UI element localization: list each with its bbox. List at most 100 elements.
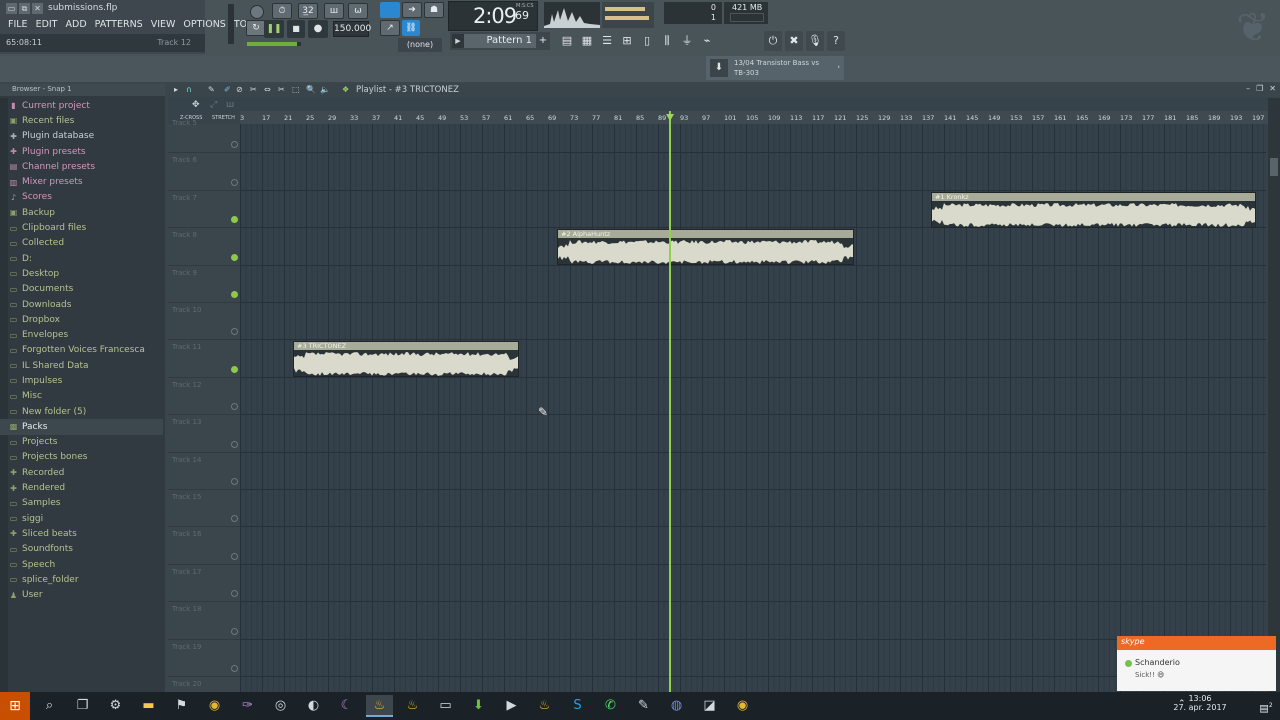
track-lane[interactable]	[240, 677, 1266, 692]
browser-item[interactable]: ▭ Dropbox	[8, 312, 163, 327]
track-lane[interactable]	[240, 602, 1266, 640]
settings-icon[interactable]: ⚙	[102, 695, 129, 717]
skype-icon[interactable]: S	[564, 695, 591, 717]
pattern-selector[interactable]: ▶ Pattern 1 +	[450, 32, 550, 50]
render-icon[interactable]: ⏻	[764, 31, 782, 51]
playhead-marker[interactable]	[666, 114, 674, 121]
browser-item[interactable]: ✚ Plugin database	[8, 129, 163, 144]
wave-icon[interactable]: ш	[226, 100, 234, 110]
browser-item[interactable]: ▭ Samples	[8, 496, 163, 511]
notification-center-icon[interactable]: ▤2	[1256, 696, 1276, 716]
browser-item[interactable]: ▭ Projects	[8, 435, 163, 450]
zoom-arrows-icon[interactable]: ✥	[192, 100, 200, 110]
track-header[interactable]: Track 17	[168, 565, 240, 603]
track-header[interactable]: Track 7	[168, 191, 240, 229]
track-lane[interactable]	[240, 153, 1266, 191]
help-icon[interactable]: ?	[827, 31, 845, 51]
browser-item[interactable]: ▭ D:	[8, 251, 163, 266]
browser-item[interactable]: ✚ Sliced beats	[8, 526, 163, 541]
skype-notification[interactable]: skype Schanderio Sick!! 😄	[1117, 636, 1276, 691]
browser-item[interactable]: ▭ splice_folder	[8, 572, 163, 587]
select-tool-icon[interactable]: ⬚	[292, 85, 300, 94]
browser-item[interactable]: ♪ Scores	[8, 190, 163, 205]
steam-icon[interactable]: ◎	[267, 695, 294, 717]
zoom-tool-icon[interactable]: 🔍	[306, 85, 316, 94]
close-icon[interactable]: ✕	[32, 3, 43, 14]
multilink-icon[interactable]: ☗	[424, 2, 444, 18]
track-mute-led[interactable]	[231, 290, 238, 298]
wait-input-icon[interactable]: ш	[324, 3, 344, 19]
browser-item[interactable]: ♟ User	[8, 588, 163, 603]
oscilloscope-monitor[interactable]	[544, 2, 600, 28]
browser-item[interactable]: ▣ Recent files	[8, 113, 163, 128]
delete-tool-icon[interactable]: ⊘	[236, 85, 243, 94]
snap-icon[interactable]: ↗	[380, 20, 400, 36]
whatsapp-icon[interactable]: ✆	[597, 695, 624, 717]
pen-app-icon[interactable]: ✎	[630, 695, 657, 717]
typing-keyboard-icon[interactable]	[380, 2, 400, 18]
track-header[interactable]: Track 13	[168, 415, 240, 453]
track-header[interactable]: Track 11	[168, 340, 240, 378]
paint-tool-icon[interactable]: ✐	[224, 85, 231, 94]
track-mute-led[interactable]	[231, 590, 238, 598]
fl-mobile-icon[interactable]: ♨	[531, 695, 558, 717]
track-header[interactable]: Track 12	[168, 378, 240, 416]
task-view-icon[interactable]: ❐	[69, 695, 96, 717]
media-player-icon[interactable]: ▶	[498, 695, 525, 717]
track-mute-led[interactable]	[231, 440, 238, 448]
browser-item[interactable]: ▭ Downloads	[8, 297, 163, 312]
chevron-right-icon[interactable]: ›	[837, 63, 840, 71]
step-edit-icon[interactable]: ➜	[402, 2, 422, 18]
snap-selector[interactable]: (none)	[398, 38, 442, 52]
browser-item[interactable]: ▭ Collected	[8, 236, 163, 251]
track-header[interactable]: Track 19	[168, 640, 240, 677]
clock[interactable]: 13:06 27. apr. 2017	[1160, 694, 1240, 718]
minimize-icon[interactable]: –	[1246, 84, 1250, 93]
track-mute-led[interactable]	[231, 664, 238, 672]
mute-tool-icon[interactable]: ✂	[250, 85, 257, 94]
browser-item[interactable]: ✚ Plugin presets	[8, 144, 163, 159]
link-icon[interactable]: ⛓	[402, 20, 420, 36]
track-header[interactable]: Track 18	[168, 602, 240, 640]
fl-studio-icon[interactable]: ♨	[366, 695, 393, 717]
audio-clip[interactable]: #3 TRICTONEZ	[293, 341, 519, 378]
chrome-icon[interactable]: ◉	[201, 695, 228, 717]
track-header[interactable]: Track 16	[168, 527, 240, 565]
feather-app-icon[interactable]: ✑	[234, 695, 261, 717]
browser-tree-icon[interactable]: ⊞	[618, 31, 636, 51]
track-lane[interactable]	[240, 378, 1266, 416]
browser-item[interactable]: ▥ Mixer presets	[8, 174, 163, 189]
browser-item[interactable]: ▭ Documents	[8, 282, 163, 297]
close-icon[interactable]: ✕	[1269, 84, 1276, 93]
tempo-display[interactable]: 150.000	[333, 21, 371, 37]
track-mute-led[interactable]	[231, 365, 238, 373]
browser-item[interactable]: ▮ Current project	[8, 98, 163, 113]
add-pattern-icon[interactable]: +	[538, 34, 548, 48]
browser-item[interactable]: ▣ Backup	[8, 205, 163, 220]
pattern-arrow-icon[interactable]: ▶	[452, 34, 464, 48]
menu-add[interactable]: ADD	[62, 17, 91, 32]
playback-tool-icon[interactable]: 🔈	[320, 85, 330, 94]
master-pitch-knob[interactable]	[250, 5, 264, 19]
master-pitch-slider[interactable]	[247, 42, 301, 46]
playlist-scrollbar[interactable]	[1268, 98, 1280, 692]
browser-item[interactable]: ▭ Projects bones	[8, 450, 163, 465]
start-button[interactable]: ⊞	[0, 692, 30, 720]
capture-app-icon[interactable]: ◪	[696, 695, 723, 717]
track-header[interactable]: Track 14	[168, 453, 240, 490]
master-volume-slider[interactable]	[228, 4, 234, 44]
metronome-icon[interactable]: ⏱	[272, 3, 292, 19]
track-lane[interactable]	[240, 527, 1266, 565]
restore-icon[interactable]: ⧉	[19, 3, 30, 14]
track-lane[interactable]	[240, 415, 1266, 453]
search-icon[interactable]: ⌕	[36, 695, 63, 717]
track-header[interactable]: Track 8	[168, 228, 240, 266]
audio-app-icon[interactable]: ◐	[300, 695, 327, 717]
audio-clip[interactable]: #2 AlphaHuntz	[557, 229, 854, 266]
song-mode-icon[interactable]: ↻	[246, 20, 266, 36]
playlist-grid[interactable]: #1 Kronkz #2 AlphaHuntz #3 TRICTONEZ	[240, 124, 1266, 692]
faders-icon[interactable]: ⫼	[658, 31, 676, 51]
browser-item[interactable]: ▭ Misc	[8, 389, 163, 404]
track-mute-led[interactable]	[231, 515, 238, 523]
microphone-icon[interactable]: 🎙	[806, 31, 824, 51]
